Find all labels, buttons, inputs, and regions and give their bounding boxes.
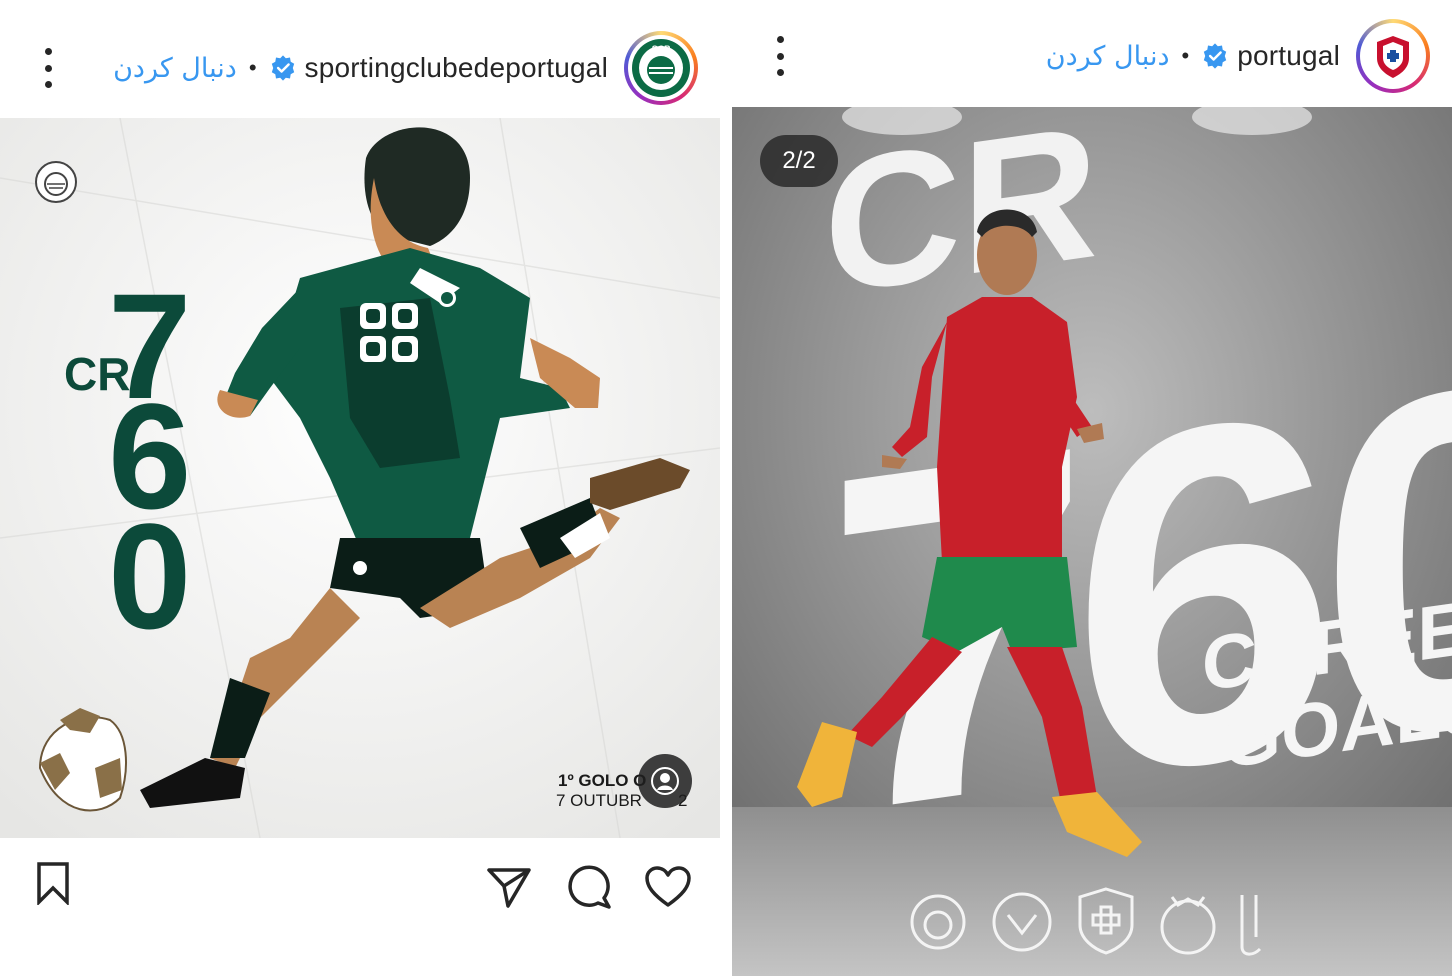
verified-badge-icon	[1204, 43, 1227, 69]
digit-0: 0	[108, 492, 191, 660]
send-icon	[487, 868, 531, 908]
cr760-career-goals-artwork: CR 760 CAREER GOALS	[732, 107, 1452, 976]
verified-badge-icon	[271, 55, 294, 81]
feed-gap	[720, 0, 732, 976]
right-post-image[interactable]: CR 760 CAREER GOALS 2/2	[732, 107, 1452, 976]
more-options-icon[interactable]	[41, 48, 55, 88]
carousel-counter: 2/2	[760, 135, 838, 187]
avatar[interactable]: SCP	[624, 31, 698, 105]
share-button[interactable]	[484, 862, 534, 912]
person-icon	[651, 767, 679, 795]
left-post-image[interactable]: CR 7 6 0 1º GOLO O 7 OUTUBR 2	[0, 118, 720, 838]
sporting-logo-icon: SCP	[632, 39, 690, 97]
more-options-icon[interactable]	[773, 36, 787, 76]
avatar[interactable]	[1356, 19, 1430, 93]
bookmark-icon	[37, 862, 69, 905]
bookmark-button[interactable]	[28, 858, 78, 908]
username[interactable]: sportingclubedeportugal	[305, 52, 608, 84]
caption-line1: 1º GOLO O	[558, 771, 646, 790]
left-post-author: دنبال کردن • sportingclubedeportugal SCP	[113, 31, 698, 105]
sporting-badge-icon	[35, 161, 77, 203]
svg-text:CR: CR	[824, 107, 1098, 335]
right-post-author: دنبال کردن • portugal	[1046, 19, 1430, 93]
svg-text:SCP: SCP	[652, 44, 671, 54]
fpf-crest-icon	[1366, 29, 1420, 83]
heart-icon	[645, 866, 691, 907]
comment-icon	[568, 865, 611, 909]
left-post-actions	[0, 838, 720, 976]
username[interactable]: portugal	[1237, 40, 1340, 72]
separator-dot: •	[248, 55, 257, 80]
follow-button[interactable]: دنبال کردن	[1046, 41, 1170, 72]
cr760-sporting-artwork: CR 7 6 0 1º GOLO O 7 OUTUBR 2	[0, 118, 720, 838]
right-post-header: دنبال کردن • portugal	[732, 0, 1452, 107]
separator-dot: •	[1181, 43, 1190, 68]
comment-button[interactable]	[564, 862, 614, 912]
follow-button[interactable]: دنبال کردن	[113, 53, 237, 84]
left-post-header: دنبال کردن • sportingclubedeportugal SCP	[0, 0, 720, 118]
user-tag-button[interactable]	[638, 754, 692, 808]
caption-line2: 7 OUTUBR	[556, 791, 642, 810]
svg-text:760: 760	[824, 276, 1452, 917]
like-button[interactable]	[643, 862, 693, 912]
